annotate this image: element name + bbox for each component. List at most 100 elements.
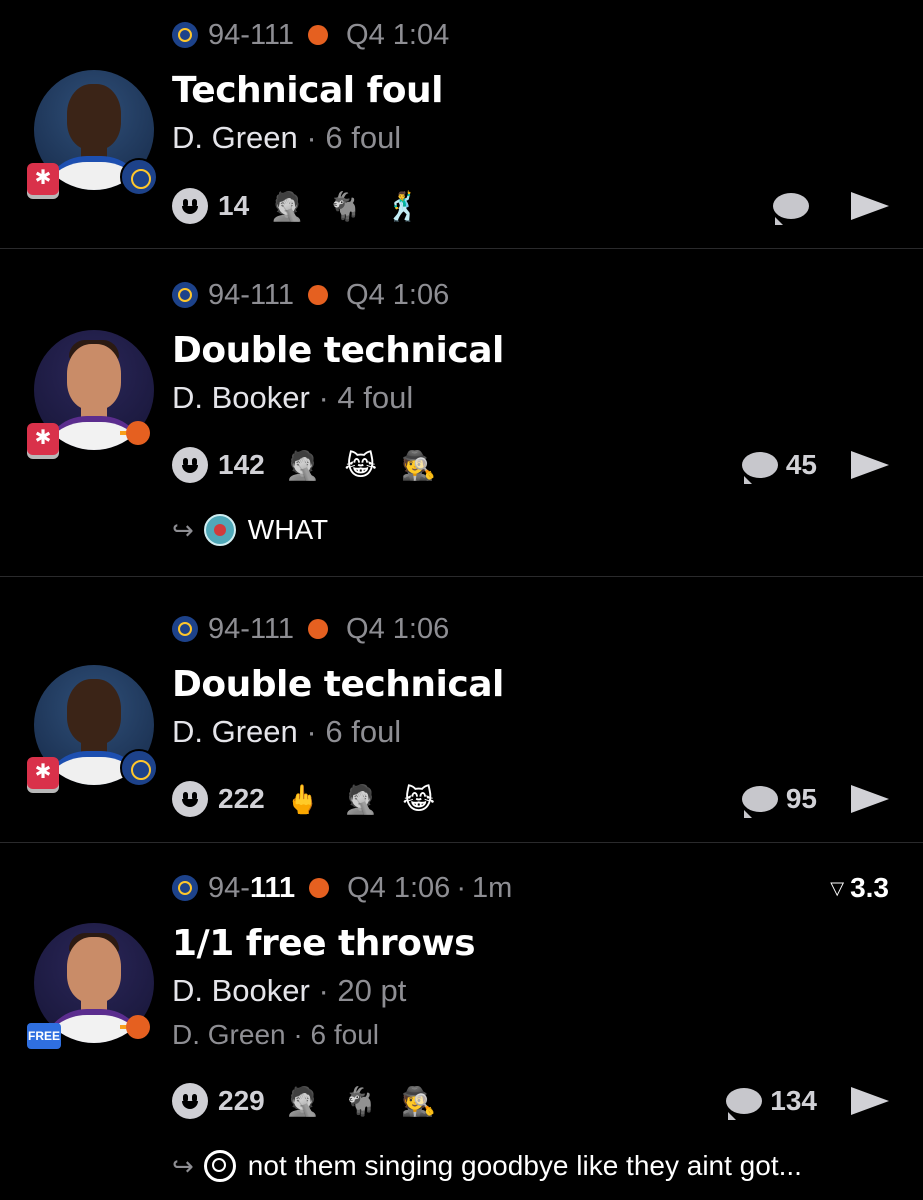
reaction-bar[interactable]: 142 🤦 😹 🕵 xyxy=(172,445,459,485)
score-right: 111 xyxy=(249,278,295,311)
post-age: 1m xyxy=(471,871,513,904)
player-stat: 6 foul xyxy=(325,120,402,155)
player-stat-line: D. Booker · 20 pt xyxy=(172,973,406,1009)
reaction-bar[interactable]: 14 🤦 🐐 🕺 xyxy=(172,186,443,226)
secondary-player-stat: 6 foul xyxy=(310,1019,380,1050)
send-icon[interactable] xyxy=(851,192,889,220)
warriors-logo-icon xyxy=(172,875,198,901)
game-clock: Q4 1:06 xyxy=(346,612,450,645)
warriors-badge-icon xyxy=(120,158,158,196)
reply-arrow-icon: ↪ xyxy=(172,514,194,545)
warriors-logo-icon xyxy=(172,616,198,642)
smiley-icon[interactable] xyxy=(172,188,208,224)
odds-indicator: ▽ 3.3 xyxy=(830,870,889,906)
game-clock: Q4 1:06 xyxy=(347,871,451,904)
siren-icon: ✱ xyxy=(27,163,59,195)
player-name[interactable]: D. Green xyxy=(172,120,298,155)
siren-icon: ✱ xyxy=(27,757,59,789)
score-left: 94 xyxy=(208,612,241,645)
suns-logo-icon xyxy=(308,619,329,639)
suns-logo-icon xyxy=(309,878,330,898)
top-reply[interactable]: ↪ WHAT xyxy=(172,513,328,547)
stat-dot: · xyxy=(293,1019,303,1050)
warriors-badge-icon xyxy=(120,749,158,787)
play-title: 1/1 free throws xyxy=(172,923,476,964)
warriors-logo-icon xyxy=(172,282,198,308)
send-icon[interactable] xyxy=(851,1087,889,1115)
comment-count: 95 xyxy=(785,783,817,814)
player-stat-line: D. Green · 6 foul xyxy=(172,714,401,750)
reaction-count: 229 xyxy=(218,1085,265,1116)
score-line: 94-111 Q4 1:06 xyxy=(172,611,449,647)
score-line: 94-111 Q4 1:06 xyxy=(172,277,449,313)
secondary-stat-line: D. Green · 6 foul xyxy=(172,1019,379,1051)
goat-emoji-icon: 🐐 xyxy=(327,190,363,222)
item-actions: 134 xyxy=(726,1081,891,1121)
stat-dot: · xyxy=(306,714,317,749)
player-name[interactable]: D. Green xyxy=(172,714,298,749)
comment-count: 45 xyxy=(785,449,817,480)
siren-icon: ✱ xyxy=(27,423,59,455)
player-name[interactable]: D. Booker xyxy=(172,973,310,1008)
facepalm-emoji-icon: 🤦 xyxy=(285,1085,321,1117)
reaction-count: 14 xyxy=(218,190,250,221)
stat-dot: · xyxy=(318,380,329,415)
detective-emoji-icon: 🕵 xyxy=(401,449,437,481)
play-title: Technical foul xyxy=(172,70,444,111)
comment-bubble-icon[interactable] xyxy=(773,193,809,225)
player-stat: 20 pt xyxy=(337,973,407,1008)
top-reply[interactable]: ↪ not them singing goodbye like they ain… xyxy=(172,1149,802,1183)
reply-text: not them singing goodbye like they aint … xyxy=(247,1150,802,1181)
reply-avatar[interactable] xyxy=(203,1150,236,1182)
score-separator: - xyxy=(240,612,250,645)
play-title: Double technical xyxy=(172,664,504,705)
suns-badge-icon xyxy=(120,415,158,453)
feed-item[interactable]: 94-111 Q4 1:06 ✱ Double technical D. Gre… xyxy=(0,577,923,842)
comment-bubble-icon[interactable] xyxy=(741,786,778,818)
reaction-bar[interactable]: 222 🖕 🤦 😹 xyxy=(172,779,459,819)
smiley-icon[interactable] xyxy=(172,781,208,817)
send-icon[interactable] xyxy=(851,785,889,813)
play-title: Double technical xyxy=(172,330,504,371)
item-actions: 95 xyxy=(741,779,891,819)
feed-item[interactable]: 94-111 Q4 1:06 · 1m ▽ 3.3 FREE 1/1 free … xyxy=(0,843,923,1200)
middle-finger-emoji-icon: 🖕 xyxy=(285,783,321,815)
score-left: 94 xyxy=(208,871,241,904)
suns-logo-icon xyxy=(308,285,329,305)
player-stat: 6 foul xyxy=(325,714,402,749)
score-right: 111 xyxy=(249,18,295,51)
comment-bubble-icon[interactable] xyxy=(726,1088,763,1120)
comment-count: 134 xyxy=(770,1085,817,1116)
feed-item[interactable]: 94-111 Q4 1:06 ✱ Double technical D. Boo… xyxy=(0,249,923,576)
reply-text: WHAT xyxy=(247,514,329,545)
score-line: 94-111 Q4 1:04 xyxy=(172,17,449,53)
comment-bubble-icon[interactable] xyxy=(741,452,778,484)
item-actions: 45 xyxy=(741,445,891,485)
feed-item[interactable]: 94-111 Q4 1:04 ✱ Technical foul D. Green… xyxy=(0,0,923,248)
score-separator: - xyxy=(240,871,250,904)
facepalm-emoji-icon: 🤦 xyxy=(285,449,321,481)
dancer-emoji-icon: 🕺 xyxy=(385,190,421,222)
score-line: 94-111 Q4 1:06 · 1m xyxy=(172,870,512,906)
odds-value: 3.3 xyxy=(850,872,889,903)
send-icon[interactable] xyxy=(851,451,889,479)
smiley-icon[interactable] xyxy=(172,1083,208,1119)
stat-dot: · xyxy=(318,973,329,1008)
reaction-bar[interactable]: 229 🤦 🐐 🕵 xyxy=(172,1081,459,1121)
score-left: 94 xyxy=(208,18,241,51)
reaction-count: 222 xyxy=(218,783,265,814)
game-clock: Q4 1:04 xyxy=(346,18,450,51)
goat-emoji-icon: 🐐 xyxy=(343,1085,379,1117)
smiley-icon[interactable] xyxy=(172,447,208,483)
score-separator: - xyxy=(240,278,250,311)
score-right: 111 xyxy=(249,871,296,904)
meta-dot: · xyxy=(456,871,466,904)
player-name[interactable]: D. Booker xyxy=(172,380,310,415)
free-throw-badge: FREE xyxy=(27,1023,61,1049)
suns-logo-icon xyxy=(308,25,329,45)
reply-avatar[interactable] xyxy=(203,514,236,546)
play-by-play-feed: 94-111 Q4 1:04 ✱ Technical foul D. Green… xyxy=(0,0,923,1200)
secondary-player-name[interactable]: D. Green xyxy=(172,1019,286,1050)
item-actions xyxy=(773,186,891,226)
cat-emoji-icon: 😹 xyxy=(402,783,436,815)
